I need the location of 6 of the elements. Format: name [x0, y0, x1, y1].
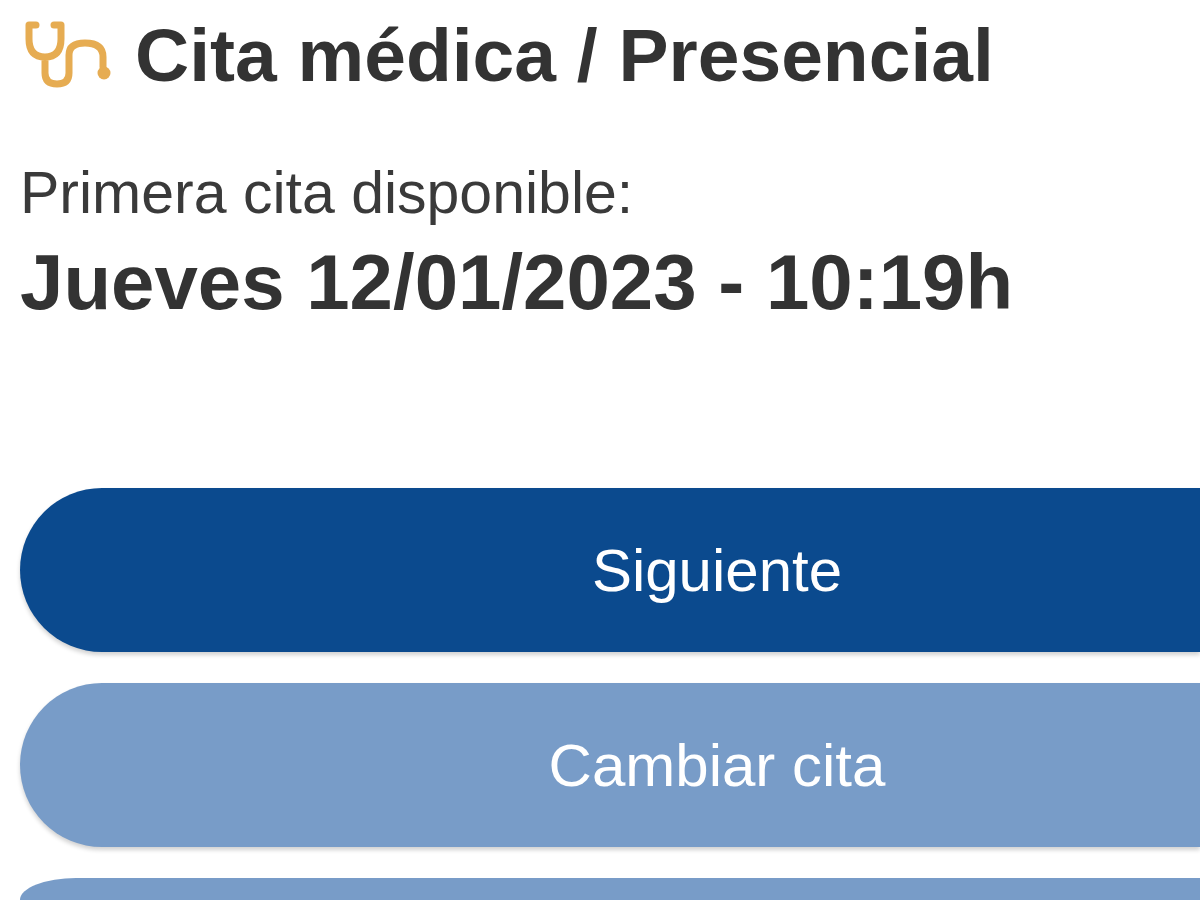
appointment-date-time: Jueves 12/01/2023 - 10:19h	[20, 239, 1014, 325]
stethoscope-icon	[25, 21, 111, 89]
button[interactable]	[20, 878, 1200, 900]
page-title: Cita médica / Presencial	[135, 15, 994, 95]
availability-label: Primera cita disponible:	[20, 160, 634, 226]
next-button[interactable]: Siguiente	[20, 488, 1200, 652]
